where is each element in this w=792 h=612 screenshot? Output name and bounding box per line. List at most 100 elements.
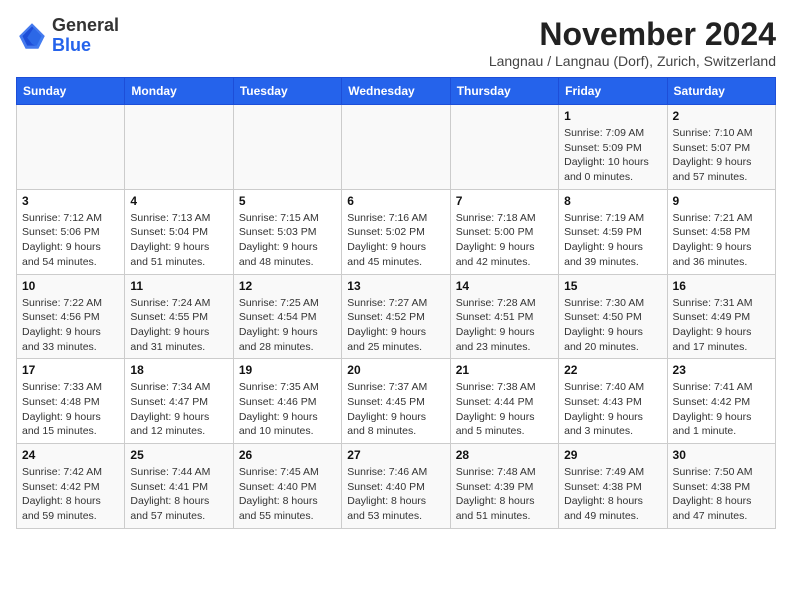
day-info: Sunrise: 7:13 AMSunset: 5:04 PMDaylight:… — [130, 211, 227, 270]
day-header-saturday: Saturday — [667, 78, 775, 105]
calendar-cell — [125, 105, 233, 190]
day-number: 7 — [456, 194, 553, 208]
day-info: Sunrise: 7:28 AMSunset: 4:51 PMDaylight:… — [456, 296, 553, 355]
logo-text: General Blue — [52, 16, 119, 56]
calendar-cell: 25 Sunrise: 7:44 AMSunset: 4:41 PMDayligh… — [125, 444, 233, 529]
calendar-cell: 6 Sunrise: 7:16 AMSunset: 5:02 PMDaylight… — [342, 189, 450, 274]
day-info: Sunrise: 7:38 AMSunset: 4:44 PMDaylight:… — [456, 380, 553, 439]
calendar-cell: 9 Sunrise: 7:21 AMSunset: 4:58 PMDaylight… — [667, 189, 775, 274]
day-header-tuesday: Tuesday — [233, 78, 341, 105]
calendar-cell: 26Sunrise: 7:45 AMSunset: 4:40 PMDayligh… — [233, 444, 341, 529]
day-number: 16 — [673, 279, 770, 293]
calendar-cell: 29Sunrise: 7:49 AMSunset: 4:38 PMDayligh… — [559, 444, 667, 529]
calendar-table: SundayMondayTuesdayWednesdayThursdayFrid… — [16, 77, 776, 529]
day-info: Sunrise: 7:16 AMSunset: 5:02 PMDaylight:… — [347, 211, 444, 270]
day-info: Sunrise: 7:41 AMSunset: 4:42 PMDaylight:… — [673, 380, 770, 439]
calendar-cell: 12 Sunrise: 7:25 AMSunset: 4:54 PMDayligh… — [233, 274, 341, 359]
day-number: 3 — [22, 194, 119, 208]
location: Langnau / Langnau (Dorf), Zurich, Switze… — [489, 53, 776, 69]
calendar-cell: 14 Sunrise: 7:28 AMSunset: 4:51 PMDayligh… — [450, 274, 558, 359]
day-info: Sunrise: 7:33 AMSunset: 4:48 PMDaylight:… — [22, 380, 119, 439]
day-number: 10 — [22, 279, 119, 293]
calendar-cell: 24Sunrise: 7:42 AMSunset: 4:42 PMDayligh… — [17, 444, 125, 529]
day-header-thursday: Thursday — [450, 78, 558, 105]
calendar-cell: 11 Sunrise: 7:24 AMSunset: 4:55 PMDayligh… — [125, 274, 233, 359]
calendar-cell: 21 Sunrise: 7:38 AMSunset: 4:44 PMDayligh… — [450, 359, 558, 444]
day-header-monday: Monday — [125, 78, 233, 105]
day-info: Sunrise: 7:24 AMSunset: 4:55 PMDaylight:… — [130, 296, 227, 355]
day-number: 12 — [239, 279, 336, 293]
calendar-cell: 30Sunrise: 7:50 AMSunset: 4:38 PMDayligh… — [667, 444, 775, 529]
day-info: Sunrise: 7:40 AMSunset: 4:43 PMDaylight:… — [564, 380, 661, 439]
day-header-wednesday: Wednesday — [342, 78, 450, 105]
day-info: Sunrise: 7:37 AMSunset: 4:45 PMDaylight:… — [347, 380, 444, 439]
calendar-cell: 15 Sunrise: 7:30 AMSunset: 4:50 PMDayligh… — [559, 274, 667, 359]
day-number: 11 — [130, 279, 227, 293]
day-info: Sunrise: 7:48 AMSunset: 4:39 PMDaylight:… — [456, 465, 553, 524]
day-number: 20 — [347, 363, 444, 377]
day-info: Sunrise: 7:49 AMSunset: 4:38 PMDaylight:… — [564, 465, 661, 524]
day-info: Sunrise: 7:31 AMSunset: 4:49 PMDaylight:… — [673, 296, 770, 355]
day-number: 23 — [673, 363, 770, 377]
day-number: 14 — [456, 279, 553, 293]
calendar-cell: 7 Sunrise: 7:18 AMSunset: 5:00 PMDaylight… — [450, 189, 558, 274]
calendar-cell: 2 Sunrise: 7:10 AMSunset: 5:07 PMDaylight… — [667, 105, 775, 190]
day-number: 6 — [347, 194, 444, 208]
day-number: 17 — [22, 363, 119, 377]
day-info: Sunrise: 7:35 AMSunset: 4:46 PMDaylight:… — [239, 380, 336, 439]
calendar-cell: 22 Sunrise: 7:40 AMSunset: 4:43 PMDayligh… — [559, 359, 667, 444]
calendar-cell: 20 Sunrise: 7:37 AMSunset: 4:45 PMDayligh… — [342, 359, 450, 444]
day-number: 26 — [239, 448, 336, 462]
day-info: Sunrise: 7:19 AMSunset: 4:59 PMDaylight:… — [564, 211, 661, 270]
calendar-cell — [450, 105, 558, 190]
day-number: 5 — [239, 194, 336, 208]
day-info: Sunrise: 7:09 AMSunset: 5:09 PMDaylight:… — [564, 126, 661, 185]
calendar-cell: 19 Sunrise: 7:35 AMSunset: 4:46 PMDayligh… — [233, 359, 341, 444]
calendar-cell: 10 Sunrise: 7:22 AMSunset: 4:56 PMDayligh… — [17, 274, 125, 359]
day-number: 9 — [673, 194, 770, 208]
day-info: Sunrise: 7:21 AMSunset: 4:58 PMDaylight:… — [673, 211, 770, 270]
calendar-cell: 17 Sunrise: 7:33 AMSunset: 4:48 PMDayligh… — [17, 359, 125, 444]
day-number: 21 — [456, 363, 553, 377]
day-number: 1 — [564, 109, 661, 123]
day-number: 2 — [673, 109, 770, 123]
calendar-cell: 13 Sunrise: 7:27 AMSunset: 4:52 PMDayligh… — [342, 274, 450, 359]
day-number: 8 — [564, 194, 661, 208]
day-number: 15 — [564, 279, 661, 293]
day-info: Sunrise: 7:34 AMSunset: 4:47 PMDaylight:… — [130, 380, 227, 439]
calendar-cell — [233, 105, 341, 190]
calendar-cell: 18 Sunrise: 7:34 AMSunset: 4:47 PMDayligh… — [125, 359, 233, 444]
day-header-friday: Friday — [559, 78, 667, 105]
day-number: 25 — [130, 448, 227, 462]
calendar-cell: 8 Sunrise: 7:19 AMSunset: 4:59 PMDaylight… — [559, 189, 667, 274]
calendar-cell: 3 Sunrise: 7:12 AMSunset: 5:06 PMDaylight… — [17, 189, 125, 274]
month-title: November 2024 — [489, 16, 776, 53]
day-info: Sunrise: 7:25 AMSunset: 4:54 PMDaylight:… — [239, 296, 336, 355]
day-info: Sunrise: 7:18 AMSunset: 5:00 PMDaylight:… — [456, 211, 553, 270]
day-info: Sunrise: 7:22 AMSunset: 4:56 PMDaylight:… — [22, 296, 119, 355]
day-header-sunday: Sunday — [17, 78, 125, 105]
day-number: 28 — [456, 448, 553, 462]
day-info: Sunrise: 7:27 AMSunset: 4:52 PMDaylight:… — [347, 296, 444, 355]
calendar-cell: 5Sunrise: 7:15 AMSunset: 5:03 PMDaylight… — [233, 189, 341, 274]
calendar-cell: 27Sunrise: 7:46 AMSunset: 4:40 PMDayligh… — [342, 444, 450, 529]
logo: General Blue — [16, 16, 119, 56]
header: General Blue November 2024 Langnau / Lan… — [16, 16, 776, 69]
day-number: 4 — [130, 194, 227, 208]
day-info: Sunrise: 7:44 AMSunset: 4:41 PMDaylight:… — [130, 465, 227, 524]
day-info: Sunrise: 7:12 AMSunset: 5:06 PMDaylight:… — [22, 211, 119, 270]
day-info: Sunrise: 7:30 AMSunset: 4:50 PMDaylight:… — [564, 296, 661, 355]
calendar-cell — [17, 105, 125, 190]
day-info: Sunrise: 7:10 AMSunset: 5:07 PMDaylight:… — [673, 126, 770, 185]
day-number: 22 — [564, 363, 661, 377]
day-number: 18 — [130, 363, 227, 377]
logo-icon — [16, 20, 48, 52]
day-number: 13 — [347, 279, 444, 293]
calendar-cell: 16 Sunrise: 7:31 AMSunset: 4:49 PMDayligh… — [667, 274, 775, 359]
day-number: 30 — [673, 448, 770, 462]
title-area: November 2024 Langnau / Langnau (Dorf), … — [489, 16, 776, 69]
day-number: 19 — [239, 363, 336, 377]
day-number: 27 — [347, 448, 444, 462]
day-number: 24 — [22, 448, 119, 462]
calendar-cell: 4 Sunrise: 7:13 AMSunset: 5:04 PMDaylight… — [125, 189, 233, 274]
